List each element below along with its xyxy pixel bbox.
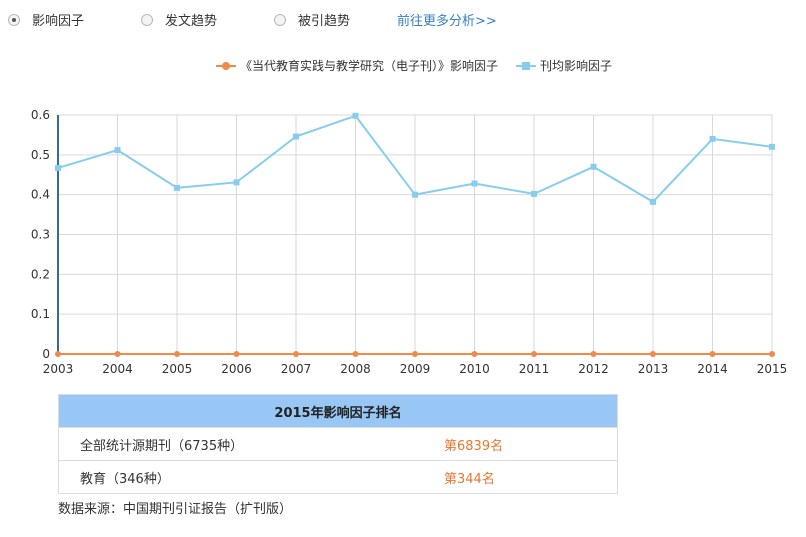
x-tick-label: 2010 — [459, 362, 490, 376]
data-point-journal-impact — [233, 351, 240, 357]
x-tick-label: 2003 — [43, 362, 74, 376]
table-row: 全部统计源期刊（6735种） 第6839名 — [58, 427, 618, 461]
legend-item-average-impact[interactable]: 刊均影响因子 — [516, 57, 612, 74]
data-point-average-impact — [709, 135, 716, 142]
data-point-journal-impact — [293, 351, 299, 357]
x-tick-label: 2006 — [221, 362, 252, 376]
data-point-journal-impact — [769, 351, 775, 357]
orange-line-dot-icon — [216, 60, 236, 72]
data-source-note: 数据来源：中国期刊引证报告（扩刊版） — [58, 502, 293, 517]
tab-label: 被引趋势 — [298, 14, 351, 29]
y-tick-label: 0.6 — [31, 108, 50, 122]
x-tick-label: 2013 — [638, 362, 669, 376]
tab-label: 发文趋势 — [165, 14, 218, 29]
table-row: 教育（346种） 第344名 — [58, 460, 618, 494]
data-point-journal-impact — [531, 351, 537, 357]
radio-checked-icon[interactable] — [8, 13, 20, 26]
legend-item-journal-impact[interactable]: 《当代教育实践与教学研究（电子刊）》影响因子 — [216, 57, 498, 74]
data-point-average-impact — [114, 147, 121, 154]
y-tick-label: 0.2 — [31, 267, 50, 281]
data-point-journal-impact — [114, 351, 121, 357]
legend-label: 刊均影响因子 — [540, 59, 613, 73]
ranking-table: 2015年影响因子排名 全部统计源期刊（6735种） 第6839名 教育（346… — [58, 394, 618, 494]
legend-label: 《当代教育实践与教学研究（电子刊）》影响因子 — [240, 59, 499, 73]
y-tick-label: 0 — [42, 347, 50, 361]
x-tick-label: 2004 — [102, 362, 133, 376]
x-tick-label: 2008 — [340, 362, 371, 376]
blue-line-square-icon — [516, 60, 536, 72]
x-tick-label: 2009 — [400, 362, 431, 376]
data-point-average-impact — [233, 179, 240, 186]
data-point-average-impact — [55, 164, 61, 171]
x-tick-label: 2007 — [281, 362, 312, 376]
x-tick-label: 2005 — [162, 362, 193, 376]
impact-factor-line-chart: 0 0.1 0.2 0.3 0.4 0.5 0.6 2003 2004 2005 2006 2007 2… — [31, 108, 788, 376]
data-point-average-impact — [471, 180, 478, 187]
analysis-tabs: 影响因子 发文趋势 被引趋势 前往更多分析>> — [0, 10, 806, 38]
data-point-journal-impact — [412, 351, 418, 357]
tab-citation-trend[interactable]: 被引趋势 — [274, 10, 350, 29]
more-analysis-link[interactable]: 前往更多分析>> — [397, 10, 497, 29]
ranking-value: 第344名 — [443, 460, 618, 494]
y-tick-label: 0.4 — [31, 188, 50, 202]
chart-legend: 《当代教育实践与教学研究（电子刊）》影响因子 刊均影响因子 — [0, 57, 806, 75]
radio-icon[interactable] — [274, 13, 286, 26]
tab-publication-trend[interactable]: 发文趋势 — [141, 10, 217, 29]
ranking-table-title: 2015年影响因子排名 — [58, 394, 618, 428]
ranking-value: 第6839名 — [443, 427, 618, 461]
data-point-average-impact — [352, 112, 359, 119]
ranking-category: 全部统计源期刊（6735种） — [58, 427, 443, 461]
data-point-average-impact — [650, 198, 656, 205]
data-point-average-impact — [531, 190, 537, 197]
data-point-journal-impact — [55, 351, 61, 357]
data-point-average-impact — [590, 163, 597, 170]
data-point-average-impact — [174, 184, 180, 191]
data-point-average-impact — [769, 143, 775, 150]
y-tick-label: 0.3 — [31, 228, 50, 242]
tab-impact-factor[interactable]: 影响因子 — [8, 10, 84, 29]
data-point-average-impact — [412, 191, 418, 198]
data-point-journal-impact — [352, 351, 359, 357]
x-tick-label: 2011 — [519, 362, 550, 376]
data-point-journal-impact — [471, 351, 478, 357]
tab-label: 影响因子 — [32, 14, 85, 29]
data-point-journal-impact — [650, 351, 656, 357]
data-point-journal-impact — [709, 351, 716, 357]
ranking-category: 教育（346种） — [58, 460, 443, 494]
y-tick-label: 0.1 — [31, 307, 50, 321]
data-point-journal-impact — [590, 351, 597, 357]
data-point-average-impact — [293, 133, 299, 140]
x-tick-label: 2015 — [757, 362, 788, 376]
data-point-journal-impact — [174, 351, 180, 357]
y-tick-label: 0.5 — [31, 148, 50, 162]
x-tick-label: 2012 — [578, 362, 609, 376]
x-tick-label: 2014 — [697, 362, 728, 376]
radio-icon[interactable] — [141, 13, 153, 26]
